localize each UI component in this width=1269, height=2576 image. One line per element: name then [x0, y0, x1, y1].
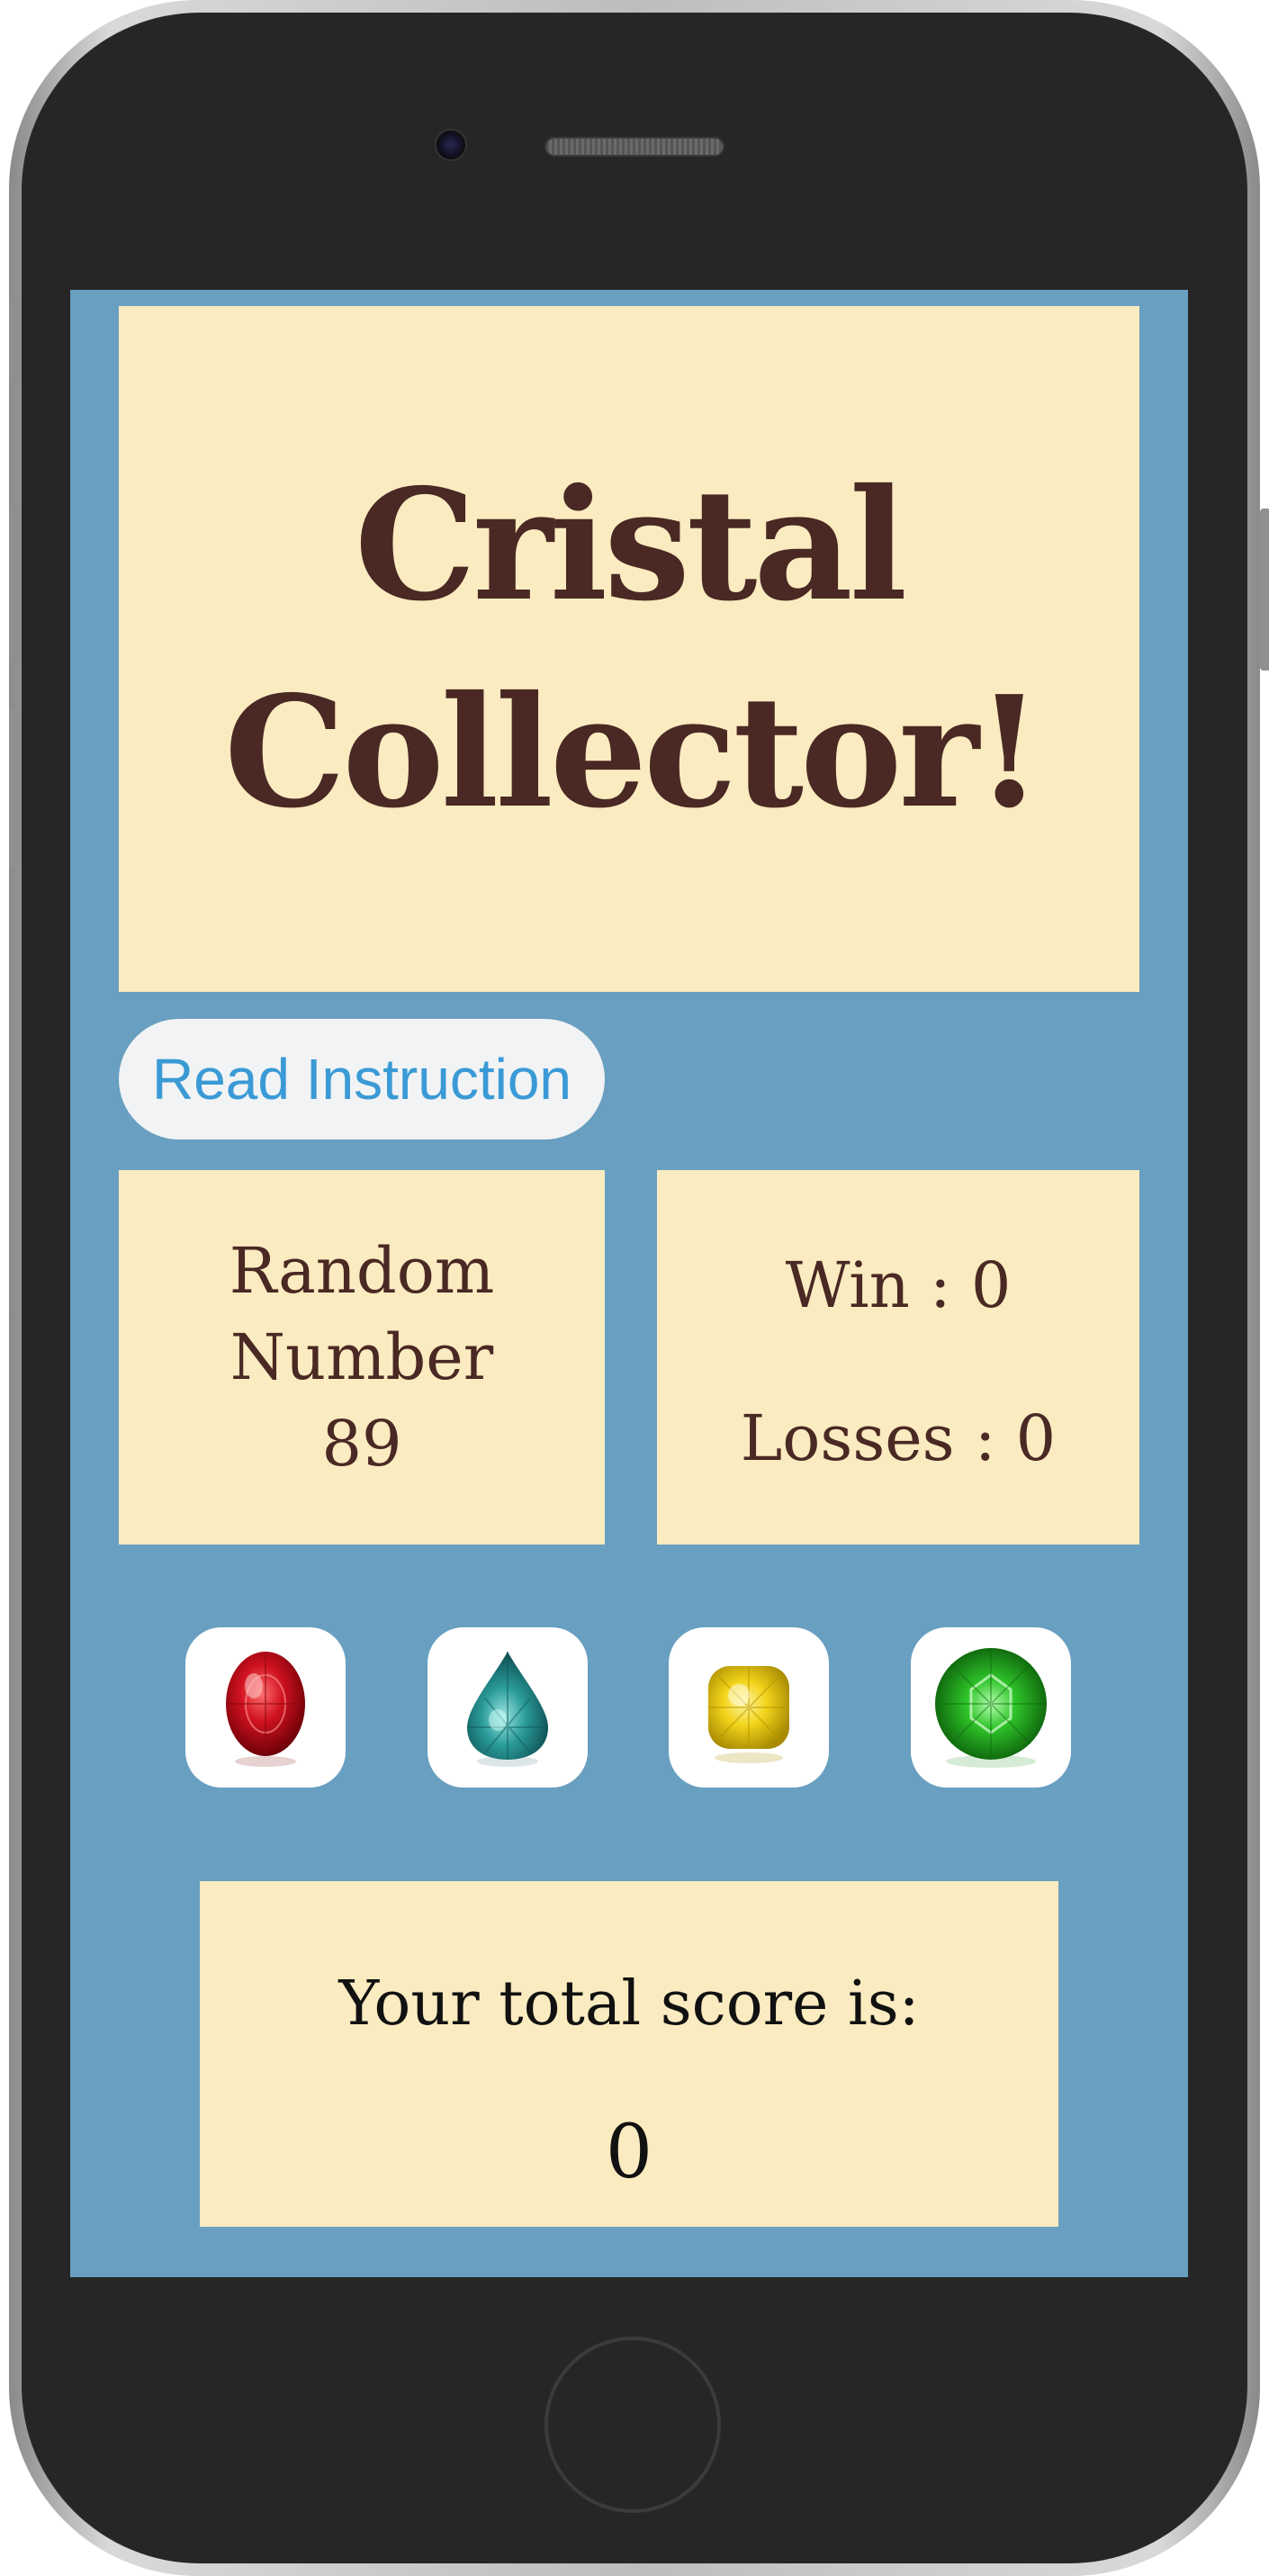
yellow-crystal-button[interactable] [669, 1627, 829, 1788]
mute-switch [9, 297, 20, 387]
losses-counter: Losses : 0 [740, 1401, 1057, 1475]
random-number-value: 89 [321, 1407, 402, 1481]
yellow-cushion-gem-icon [708, 1666, 789, 1763]
total-score-value: 0 [605, 2110, 653, 2195]
teal-crystal-button[interactable] [428, 1627, 588, 1788]
total-score-label: Your total score is: [338, 1968, 920, 2040]
ruby-crystal-button[interactable] [185, 1627, 346, 1788]
total-score-panel: Your total score is: 0 [200, 1881, 1058, 2227]
teal-teardrop-gem-icon [467, 1652, 548, 1767]
earpiece-speaker [544, 137, 724, 157]
wins-counter: Win : 0 [785, 1248, 1012, 1322]
win-loss-panel: Win : 0 Losses : 0 [657, 1170, 1139, 1545]
read-instruction-button[interactable]: Read Instruction [119, 1019, 605, 1139]
title-panel: Cristal Collector! [119, 306, 1139, 992]
ruby-gem-icon [226, 1652, 305, 1767]
green-crystal-button[interactable] [911, 1627, 1071, 1788]
app-screen: Cristal Collector! Read Instruction Rand… [70, 290, 1188, 2277]
volume-up-button [9, 504, 20, 666]
front-camera [435, 129, 467, 161]
home-button[interactable] [544, 2337, 721, 2513]
power-button [1260, 509, 1269, 671]
random-number-label: Random Number [229, 1234, 495, 1394]
volume-down-button [9, 707, 20, 869]
game-title: Cristal Collector! [224, 455, 1043, 842]
random-number-panel: Random Number 89 [119, 1170, 605, 1545]
green-round-gem-icon [935, 1648, 1047, 1768]
